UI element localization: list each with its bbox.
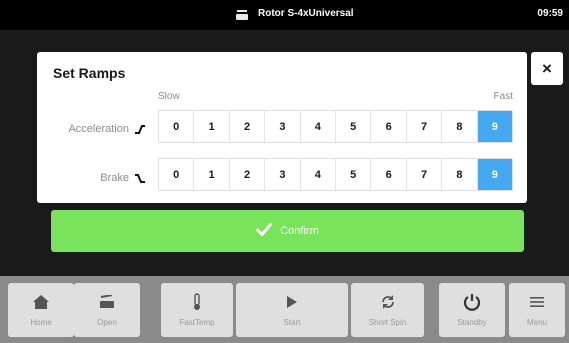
brake-option[interactable]: 6 — [371, 159, 407, 190]
close-button[interactable]: × — [531, 52, 563, 85]
brake-option[interactable]: 4 — [301, 159, 337, 190]
acceleration-option[interactable]: 3 — [265, 111, 301, 142]
acceleration-option[interactable]: 8 — [442, 111, 478, 142]
menu-button[interactable]: Menu — [509, 283, 565, 337]
play-icon — [286, 292, 298, 312]
short-spin-label: Short Spin — [368, 318, 407, 327]
rotor-icon — [236, 10, 248, 20]
close-icon: × — [542, 58, 552, 78]
set-ramps-dialog: Set Ramps Slow Fast Acceleration 0 1 2 3… — [37, 52, 527, 203]
start-button[interactable]: Start — [236, 283, 348, 337]
dialog-title: Set Ramps — [53, 65, 126, 81]
brake-option[interactable]: 0 — [159, 159, 195, 190]
acceleration-option[interactable]: 2 — [230, 111, 266, 142]
ramp-down-icon — [134, 173, 146, 183]
brake-option[interactable]: 7 — [407, 159, 443, 190]
status-bar: Rotor S-4xUniversal 09:59 — [0, 0, 569, 30]
brake-option[interactable]: 2 — [230, 159, 266, 190]
slow-label: Slow — [158, 91, 180, 102]
brake-option[interactable]: 1 — [194, 159, 230, 190]
open-button[interactable]: Open — [74, 283, 140, 337]
clock: 09:59 — [537, 8, 563, 19]
ramp-up-icon — [134, 124, 146, 134]
acceleration-option[interactable]: 5 — [336, 111, 372, 142]
checkmark-icon — [256, 223, 273, 239]
standby-label: Standby — [457, 318, 487, 327]
confirm-button[interactable]: Confirm — [51, 210, 524, 252]
confirm-label: Confirm — [280, 225, 319, 237]
menu-icon — [530, 292, 544, 312]
fast-label: Fast — [493, 91, 513, 102]
brake-scale: 0 1 2 3 4 5 6 7 8 9 — [158, 158, 513, 191]
acceleration-label: Acceleration — [68, 123, 129, 135]
brake-option[interactable]: 9 — [477, 159, 513, 190]
acceleration-scale: 0 1 2 3 4 5 6 7 8 9 — [158, 110, 513, 143]
menu-label: Menu — [526, 318, 547, 327]
bottom-navigation: Home Open FastTemp Start Short Spin Stan… — [0, 276, 569, 343]
acceleration-option[interactable]: 0 — [159, 111, 195, 142]
open-label: Open — [97, 318, 117, 327]
acceleration-option[interactable]: 6 — [371, 111, 407, 142]
short-spin-icon — [380, 292, 396, 312]
rotor-name: Rotor S-4xUniversal — [258, 8, 354, 19]
acceleration-option[interactable]: 1 — [194, 111, 230, 142]
acceleration-option[interactable]: 9 — [477, 111, 513, 142]
brake-label: Brake — [100, 172, 129, 184]
start-label: Start — [283, 318, 301, 327]
home-label: Home — [30, 318, 52, 327]
brake-option[interactable]: 3 — [265, 159, 301, 190]
thermometer-icon — [192, 292, 202, 312]
fasttemp-button[interactable]: FastTemp — [161, 283, 233, 337]
home-button[interactable]: Home — [8, 283, 74, 337]
fasttemp-label: FastTemp — [179, 318, 215, 327]
power-icon — [463, 292, 481, 312]
open-lid-icon — [99, 292, 115, 312]
brake-option[interactable]: 8 — [442, 159, 478, 190]
acceleration-option[interactable]: 4 — [301, 111, 337, 142]
home-icon — [32, 292, 50, 312]
acceleration-option[interactable]: 7 — [407, 111, 443, 142]
standby-button[interactable]: Standby — [439, 283, 505, 337]
short-spin-button[interactable]: Short Spin — [351, 283, 424, 337]
brake-option[interactable]: 5 — [336, 159, 372, 190]
